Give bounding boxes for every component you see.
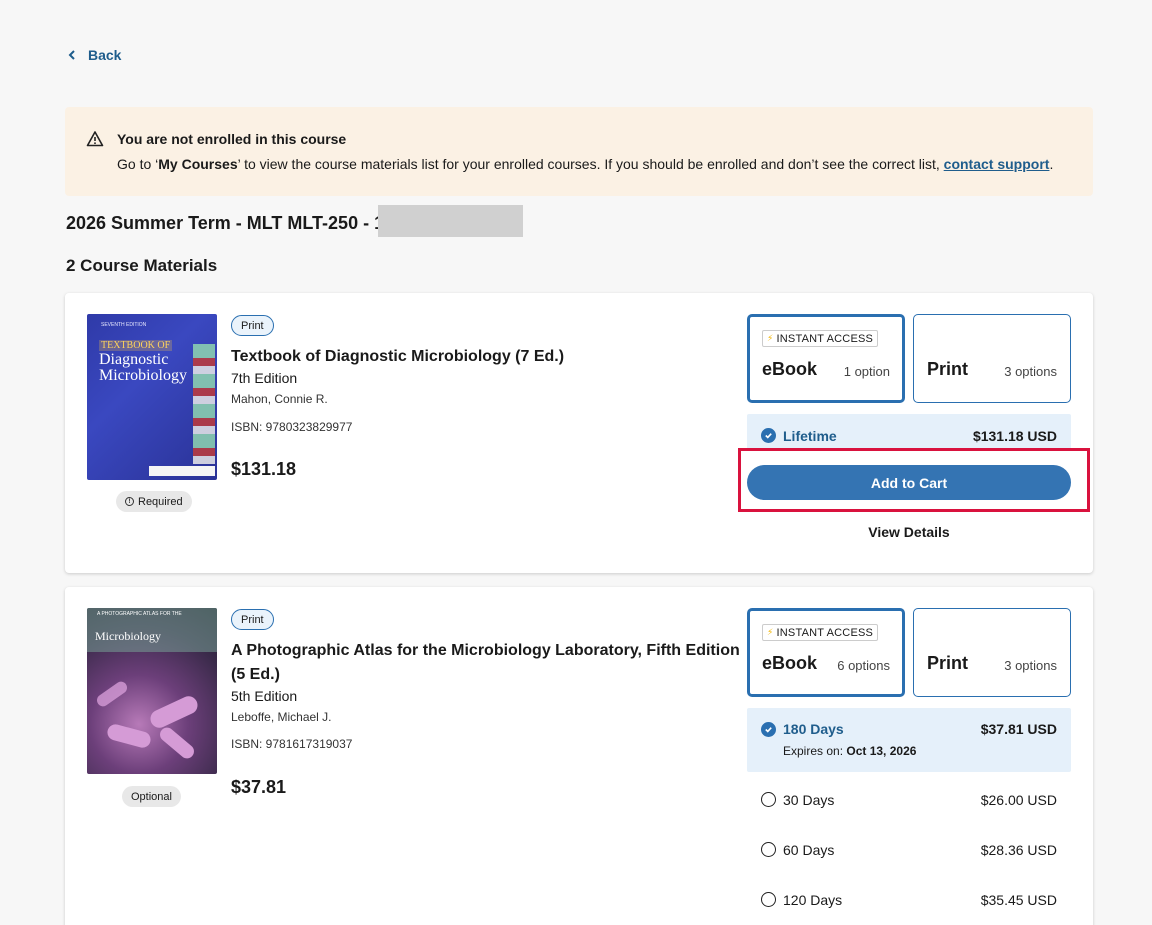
required-badge: ! Required bbox=[116, 491, 192, 512]
radio-button[interactable] bbox=[761, 892, 776, 907]
view-details-link[interactable]: View Details bbox=[747, 524, 1071, 540]
redacted-section-block bbox=[378, 205, 523, 237]
selected-rental-option[interactable]: Lifetime $131.18 USD bbox=[747, 414, 1071, 450]
optional-badge: Optional bbox=[122, 786, 181, 807]
not-enrolled-alert: You are not enrolled in this course Go t… bbox=[65, 107, 1093, 196]
book-title: Textbook of Diagnostic Microbiology (7 E… bbox=[231, 348, 565, 365]
book-isbn: ISBN: 9781617319037 bbox=[231, 737, 353, 751]
alert-message: Go to ‘My Courses’ to view the course ma… bbox=[117, 156, 1054, 172]
book-isbn: ISBN: 9780323829977 bbox=[231, 420, 353, 434]
info-icon: ! bbox=[125, 497, 134, 506]
check-circle-icon bbox=[761, 428, 776, 443]
format-tag: Print bbox=[231, 315, 274, 336]
contact-support-link[interactable]: contact support bbox=[944, 156, 1050, 172]
format-print-option[interactable]: Print 3 options bbox=[913, 314, 1071, 403]
rental-option-60-days[interactable]: 60 Days $28.36 USD bbox=[747, 839, 1071, 861]
book-title: A Photographic Atlas for the Microbiolog… bbox=[231, 642, 740, 683]
radio-button[interactable] bbox=[761, 842, 776, 857]
my-courses-text: My Courses bbox=[158, 156, 238, 172]
rental-option-120-days[interactable]: 120 Days $35.45 USD bbox=[747, 889, 1071, 911]
book-edition: 7th Edition bbox=[231, 370, 298, 386]
format-tag: Print bbox=[231, 609, 274, 630]
instant-access-badge: ⚡ INSTANT ACCESS bbox=[762, 624, 879, 641]
back-label: Back bbox=[88, 47, 122, 63]
course-title: 2026 Summer Term - MLT MLT-250 - 1 bbox=[66, 213, 385, 233]
back-link[interactable]: Back bbox=[66, 47, 121, 63]
chevron-left-icon bbox=[68, 50, 75, 60]
book-author: Mahon, Connie R. bbox=[231, 392, 328, 406]
instant-access-badge: ⚡ INSTANT ACCESS bbox=[762, 330, 879, 347]
rental-option-30-days[interactable]: 30 Days $26.00 USD bbox=[747, 789, 1071, 811]
course-material-card: A PHOTOGRAPHIC ATLAS FOR THE Microbiolog… bbox=[65, 587, 1093, 925]
alert-title: You are not enrolled in this course bbox=[117, 131, 347, 147]
materials-count: 2 Course Materials bbox=[66, 256, 218, 275]
selected-rental-option[interactable]: 180 Days $37.81 USD Expires on: Oct 13, … bbox=[747, 708, 1071, 772]
check-circle-icon bbox=[761, 722, 776, 737]
book-author: Leboffe, Michael J. bbox=[231, 710, 332, 724]
format-print-option[interactable]: Print 3 options bbox=[913, 608, 1071, 697]
course-material-card: SEVENTH EDITION TEXTBOOK OF Diagnostic M… bbox=[65, 293, 1093, 573]
radio-button[interactable] bbox=[761, 792, 776, 807]
book-edition: 5th Edition bbox=[231, 688, 298, 704]
book-cover-image[interactable]: A PHOTOGRAPHIC ATLAS FOR THE Microbiolog… bbox=[87, 608, 217, 774]
book-price: $37.81 bbox=[231, 777, 287, 797]
expiry-date: Expires on: Oct 13, 2026 bbox=[783, 744, 917, 758]
lightning-icon: ⚡ bbox=[767, 333, 774, 343]
warning-icon bbox=[86, 131, 104, 147]
highlight-annotation bbox=[738, 448, 1090, 512]
lightning-icon: ⚡ bbox=[767, 627, 774, 637]
book-price: $131.18 bbox=[231, 459, 297, 479]
format-ebook-option[interactable]: ⚡ INSTANT ACCESS eBook 1 option bbox=[747, 314, 905, 403]
format-ebook-option[interactable]: ⚡ INSTANT ACCESS eBook 6 options bbox=[747, 608, 905, 697]
book-cover-image[interactable]: SEVENTH EDITION TEXTBOOK OF Diagnostic M… bbox=[87, 314, 217, 480]
